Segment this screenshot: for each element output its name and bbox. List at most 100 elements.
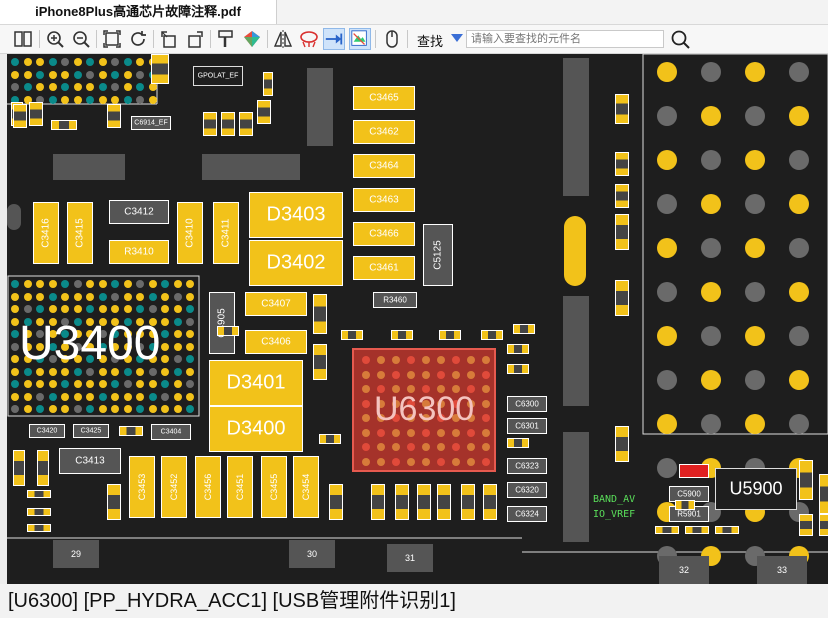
c3452-component[interactable]: C3452 <box>161 456 187 518</box>
color-icon[interactable] <box>241 28 263 50</box>
document-tab[interactable]: iPhone8Plus高通芯片故障注释.pdf <box>0 0 277 24</box>
left-edge <box>0 54 7 584</box>
solder-ball <box>61 292 69 301</box>
gpolat-component[interactable]: GPOLAT_EF <box>193 66 243 86</box>
pad-29[interactable]: 29 <box>53 540 99 568</box>
solder-ball <box>482 385 490 393</box>
c6324-component[interactable]: C6324 <box>507 506 547 522</box>
find-dropdown-icon[interactable] <box>451 34 463 42</box>
c3411-component[interactable]: C3411 <box>213 202 239 264</box>
solder-ball <box>61 95 69 104</box>
select-icon[interactable] <box>349 28 371 50</box>
solder-ball <box>61 83 69 91</box>
solder-ball <box>11 392 19 401</box>
solder-ball <box>148 380 157 388</box>
toolbar <box>0 25 828 54</box>
small-part <box>329 484 343 520</box>
solder-ball <box>23 305 32 313</box>
c3463-component[interactable]: C3463 <box>353 188 415 212</box>
pad-30[interactable]: 30 <box>289 540 335 568</box>
c3413-component[interactable]: C3413 <box>59 448 121 474</box>
solder-ball <box>657 106 677 126</box>
solder-ball <box>789 282 809 302</box>
c3466-component[interactable]: C3466 <box>353 222 415 246</box>
solder-ball <box>173 342 182 351</box>
hand-icon[interactable] <box>381 28 403 50</box>
c3454-component[interactable]: C3454 <box>293 456 319 518</box>
c6300-component[interactable]: C6300 <box>507 396 547 412</box>
small-part <box>675 500 695 510</box>
rotate-left-icon[interactable] <box>158 28 180 50</box>
mirror-icon[interactable] <box>272 28 294 50</box>
d3401-component[interactable]: D3401 <box>209 360 303 406</box>
c6301-component[interactable]: C6301 <box>507 418 547 434</box>
pad-31[interactable]: 31 <box>387 544 433 572</box>
solder-ball <box>98 380 107 388</box>
solder-ball <box>422 457 430 466</box>
c3455-component[interactable]: C3455 <box>261 456 287 518</box>
solder-ball <box>123 392 132 401</box>
solder-ball <box>392 356 400 364</box>
r3410-component[interactable]: R3410 <box>109 240 169 264</box>
c3465-component[interactable]: C3465 <box>353 86 415 110</box>
split-view-icon[interactable] <box>12 28 34 50</box>
d3400-component[interactable]: D3400 <box>209 406 303 452</box>
c3464-component[interactable]: C3464 <box>353 154 415 178</box>
c6320-component[interactable]: C6320 <box>507 482 547 498</box>
c3407-component[interactable]: C3407 <box>245 292 307 316</box>
c5125-component[interactable]: C5125 <box>423 224 453 286</box>
solder-ball <box>73 392 82 401</box>
c3406-component[interactable]: C3406 <box>245 330 307 354</box>
c3412-component[interactable]: C3412 <box>109 200 169 224</box>
solder-ball <box>422 428 430 437</box>
board-canvas[interactable]: U3400 U6300 D3403 D3402 D3401 D3400 U590… <box>7 54 828 584</box>
solder-ball <box>86 70 94 79</box>
solder-ball <box>11 380 19 388</box>
c3451-component[interactable]: C3451 <box>227 456 253 518</box>
net-highlight-icon[interactable] <box>298 28 320 50</box>
c3416-component[interactable]: C3416 <box>33 202 59 264</box>
c4905-component[interactable]: C4905 <box>209 292 235 354</box>
rotate-right-icon[interactable] <box>184 28 206 50</box>
solder-ball <box>482 356 490 364</box>
c3415-component[interactable]: C3415 <box>67 202 93 264</box>
c3404-component[interactable]: C3404 <box>151 424 191 440</box>
search-input[interactable] <box>466 30 664 48</box>
c3420-component[interactable]: C3420 <box>29 424 65 438</box>
c3461-component[interactable]: C3461 <box>353 256 415 280</box>
solder-ball <box>657 326 677 346</box>
zoom-out-icon[interactable] <box>70 28 92 50</box>
c3456-component[interactable]: C3456 <box>195 456 221 518</box>
solder-ball <box>86 305 94 313</box>
solder-ball <box>86 405 94 413</box>
solder-ball <box>362 370 370 379</box>
c6323-component[interactable]: C6323 <box>507 458 547 474</box>
d3402-component[interactable]: D3402 <box>249 240 343 286</box>
pad-32[interactable]: 32 <box>659 556 709 584</box>
fit-page-icon[interactable] <box>101 28 123 50</box>
solder-ball <box>148 95 157 104</box>
pad-33[interactable]: 33 <box>757 556 807 584</box>
c6914-component[interactable]: C6914_EF <box>131 116 171 130</box>
c3462-component[interactable]: C3462 <box>353 120 415 144</box>
solder-ball <box>701 414 721 434</box>
tab-bar: iPhone8Plus高通芯片故障注释.pdf <box>0 0 828 25</box>
c3410-component[interactable]: C3410 <box>177 202 203 264</box>
d3403-component[interactable]: D3403 <box>249 192 343 238</box>
r3460-component[interactable]: R3460 <box>373 292 417 308</box>
c3453-component[interactable]: C3453 <box>129 456 155 518</box>
solder-ball <box>73 380 82 388</box>
solder-ball <box>36 83 44 91</box>
search-icon[interactable] <box>669 28 691 50</box>
refresh-icon[interactable] <box>127 28 149 50</box>
arrow-icon[interactable] <box>323 28 345 50</box>
zoom-in-icon[interactable] <box>44 28 66 50</box>
solder-ball <box>136 70 144 79</box>
solder-ball <box>392 457 400 466</box>
find-label[interactable]: 查找 <box>417 31 443 50</box>
u5900-component[interactable]: U5900 <box>715 468 797 510</box>
solder-ball <box>745 326 765 346</box>
c3425-component[interactable]: C3425 <box>73 424 109 438</box>
paint-icon[interactable] <box>215 28 237 50</box>
solder-ball <box>392 443 400 451</box>
